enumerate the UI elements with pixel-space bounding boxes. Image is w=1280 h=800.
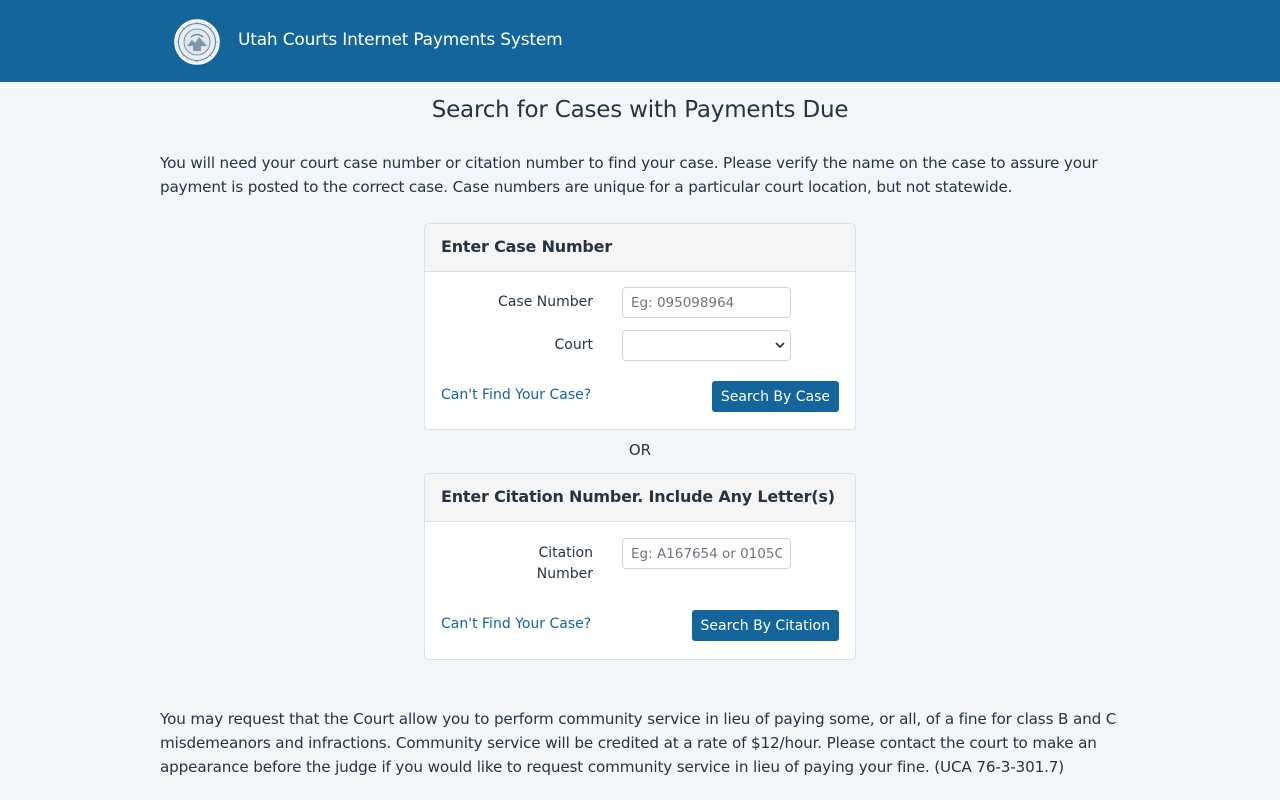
citation-number-input[interactable] bbox=[622, 538, 791, 569]
search-by-case-button[interactable]: Search By Case bbox=[711, 381, 839, 412]
citation-card-header: Enter Citation Number. Include Any Lette… bbox=[425, 474, 855, 522]
page-title: Search for Cases with Payments Due bbox=[431, 97, 849, 123]
search-by-citation-button[interactable]: Search By Citation bbox=[691, 610, 839, 641]
site-title: Utah Courts Internet Payments System bbox=[238, 30, 563, 50]
citation-label-line-1: Citation bbox=[538, 545, 593, 561]
citation-card-heading: Enter Citation Number. Include Any Lette… bbox=[441, 487, 835, 506]
community-service-notice: You may request that the Court allow you… bbox=[160, 710, 1117, 776]
case-number-card: Enter Case Number Case Number Court Can'… bbox=[424, 223, 856, 430]
citation-number-card: Enter Citation Number. Include Any Lette… bbox=[424, 473, 856, 660]
site-header: Utah Courts Internet Payments System bbox=[0, 0, 1280, 82]
case-number-input[interactable] bbox=[622, 287, 791, 318]
court-select[interactable] bbox=[622, 330, 791, 361]
cant-find-case-link[interactable]: Can't Find Your Case? bbox=[441, 387, 591, 403]
case-card-header: Enter Case Number bbox=[425, 224, 855, 272]
utah-seal-icon bbox=[174, 19, 220, 65]
or-separator: OR bbox=[628, 441, 652, 459]
chevron-down-icon bbox=[775, 342, 785, 348]
court-label: Court bbox=[554, 337, 593, 353]
citation-label-line-2: Number bbox=[536, 566, 593, 582]
case-number-label: Case Number bbox=[498, 294, 593, 310]
citation-number-label: Citation Number bbox=[537, 543, 593, 585]
intro-text: You will need your court case number or … bbox=[160, 154, 1098, 196]
case-card-heading: Enter Case Number bbox=[441, 237, 613, 256]
cant-find-citation-link[interactable]: Can't Find Your Case? bbox=[441, 616, 591, 632]
